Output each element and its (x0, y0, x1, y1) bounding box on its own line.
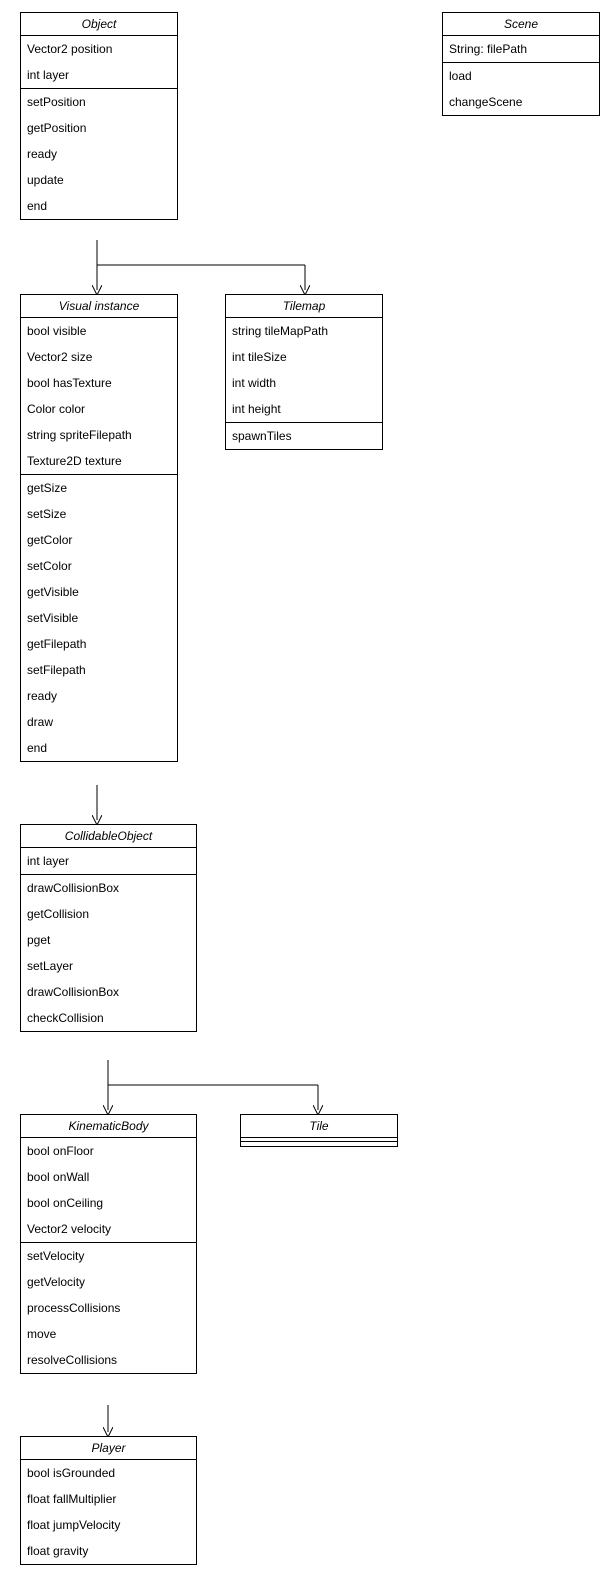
class-kinematic-body: KinematicBody bool onFloor bool onWall b… (20, 1114, 197, 1374)
method: draw (21, 709, 177, 735)
class-title: CollidableObject (21, 825, 196, 848)
class-title: Visual instance (21, 295, 177, 318)
attr: int layer (21, 62, 177, 88)
method: move (21, 1321, 196, 1347)
attr: float jumpVelocity (21, 1512, 196, 1538)
class-object: Object Vector2 position int layer setPos… (20, 12, 178, 220)
attr: Vector2 velocity (21, 1216, 196, 1242)
method: processCollisions (21, 1295, 196, 1321)
method: getPosition (21, 115, 177, 141)
method: getSize (21, 475, 177, 501)
method: checkCollision (21, 1005, 196, 1031)
attr: int layer (21, 848, 196, 874)
attr: Texture2D texture (21, 448, 177, 474)
attr: int width (226, 370, 382, 396)
method: end (21, 735, 177, 761)
method: setSize (21, 501, 177, 527)
method: ready (21, 683, 177, 709)
method: ready (21, 141, 177, 167)
method: getCollision (21, 901, 196, 927)
method: changeScene (443, 89, 599, 115)
method: setPosition (21, 89, 177, 115)
method: setColor (21, 553, 177, 579)
attr: float gravity (21, 1538, 196, 1564)
attr: Vector2 size (21, 344, 177, 370)
attr: bool onCeiling (21, 1190, 196, 1216)
attr: int height (226, 396, 382, 422)
method: drawCollisionBox (21, 875, 196, 901)
method: setFilepath (21, 657, 177, 683)
method: load (443, 63, 599, 89)
attr: Vector2 position (21, 36, 177, 62)
attr: string tileMapPath (226, 318, 382, 344)
method: pget (21, 927, 196, 953)
method: getColor (21, 527, 177, 553)
attr: bool isGrounded (21, 1460, 196, 1486)
attr: Color color (21, 396, 177, 422)
method: update (21, 167, 177, 193)
class-title: Object (21, 13, 177, 36)
class-title: Scene (443, 13, 599, 36)
method: setVelocity (21, 1243, 196, 1269)
method: setVisible (21, 605, 177, 631)
attr: float fallMultiplier (21, 1486, 196, 1512)
attr: int tileSize (226, 344, 382, 370)
attr: bool visible (21, 318, 177, 344)
class-tilemap: Tilemap string tileMapPath int tileSize … (225, 294, 383, 450)
class-player: Player bool isGrounded float fallMultipl… (20, 1436, 197, 1565)
attr: bool hasTexture (21, 370, 177, 396)
attr: String: filePath (443, 36, 599, 62)
method: getVelocity (21, 1269, 196, 1295)
method: getVisible (21, 579, 177, 605)
class-scene: Scene String: filePath load changeScene (442, 12, 600, 116)
class-tile: Tile (240, 1114, 398, 1147)
class-title: Player (21, 1437, 196, 1460)
method: resolveCollisions (21, 1347, 196, 1373)
method: end (21, 193, 177, 219)
class-visual-instance: Visual instance bool visible Vector2 siz… (20, 294, 178, 762)
method: setLayer (21, 953, 196, 979)
class-title: Tile (241, 1115, 397, 1138)
method: spawnTiles (226, 423, 382, 449)
attr: string spriteFilepath (21, 422, 177, 448)
method: drawCollisionBox (21, 979, 196, 1005)
class-title: Tilemap (226, 295, 382, 318)
attr: bool onWall (21, 1164, 196, 1190)
attr: bool onFloor (21, 1138, 196, 1164)
class-title: KinematicBody (21, 1115, 196, 1138)
class-collidable-object: CollidableObject int layer drawCollision… (20, 824, 197, 1032)
method: getFilepath (21, 631, 177, 657)
